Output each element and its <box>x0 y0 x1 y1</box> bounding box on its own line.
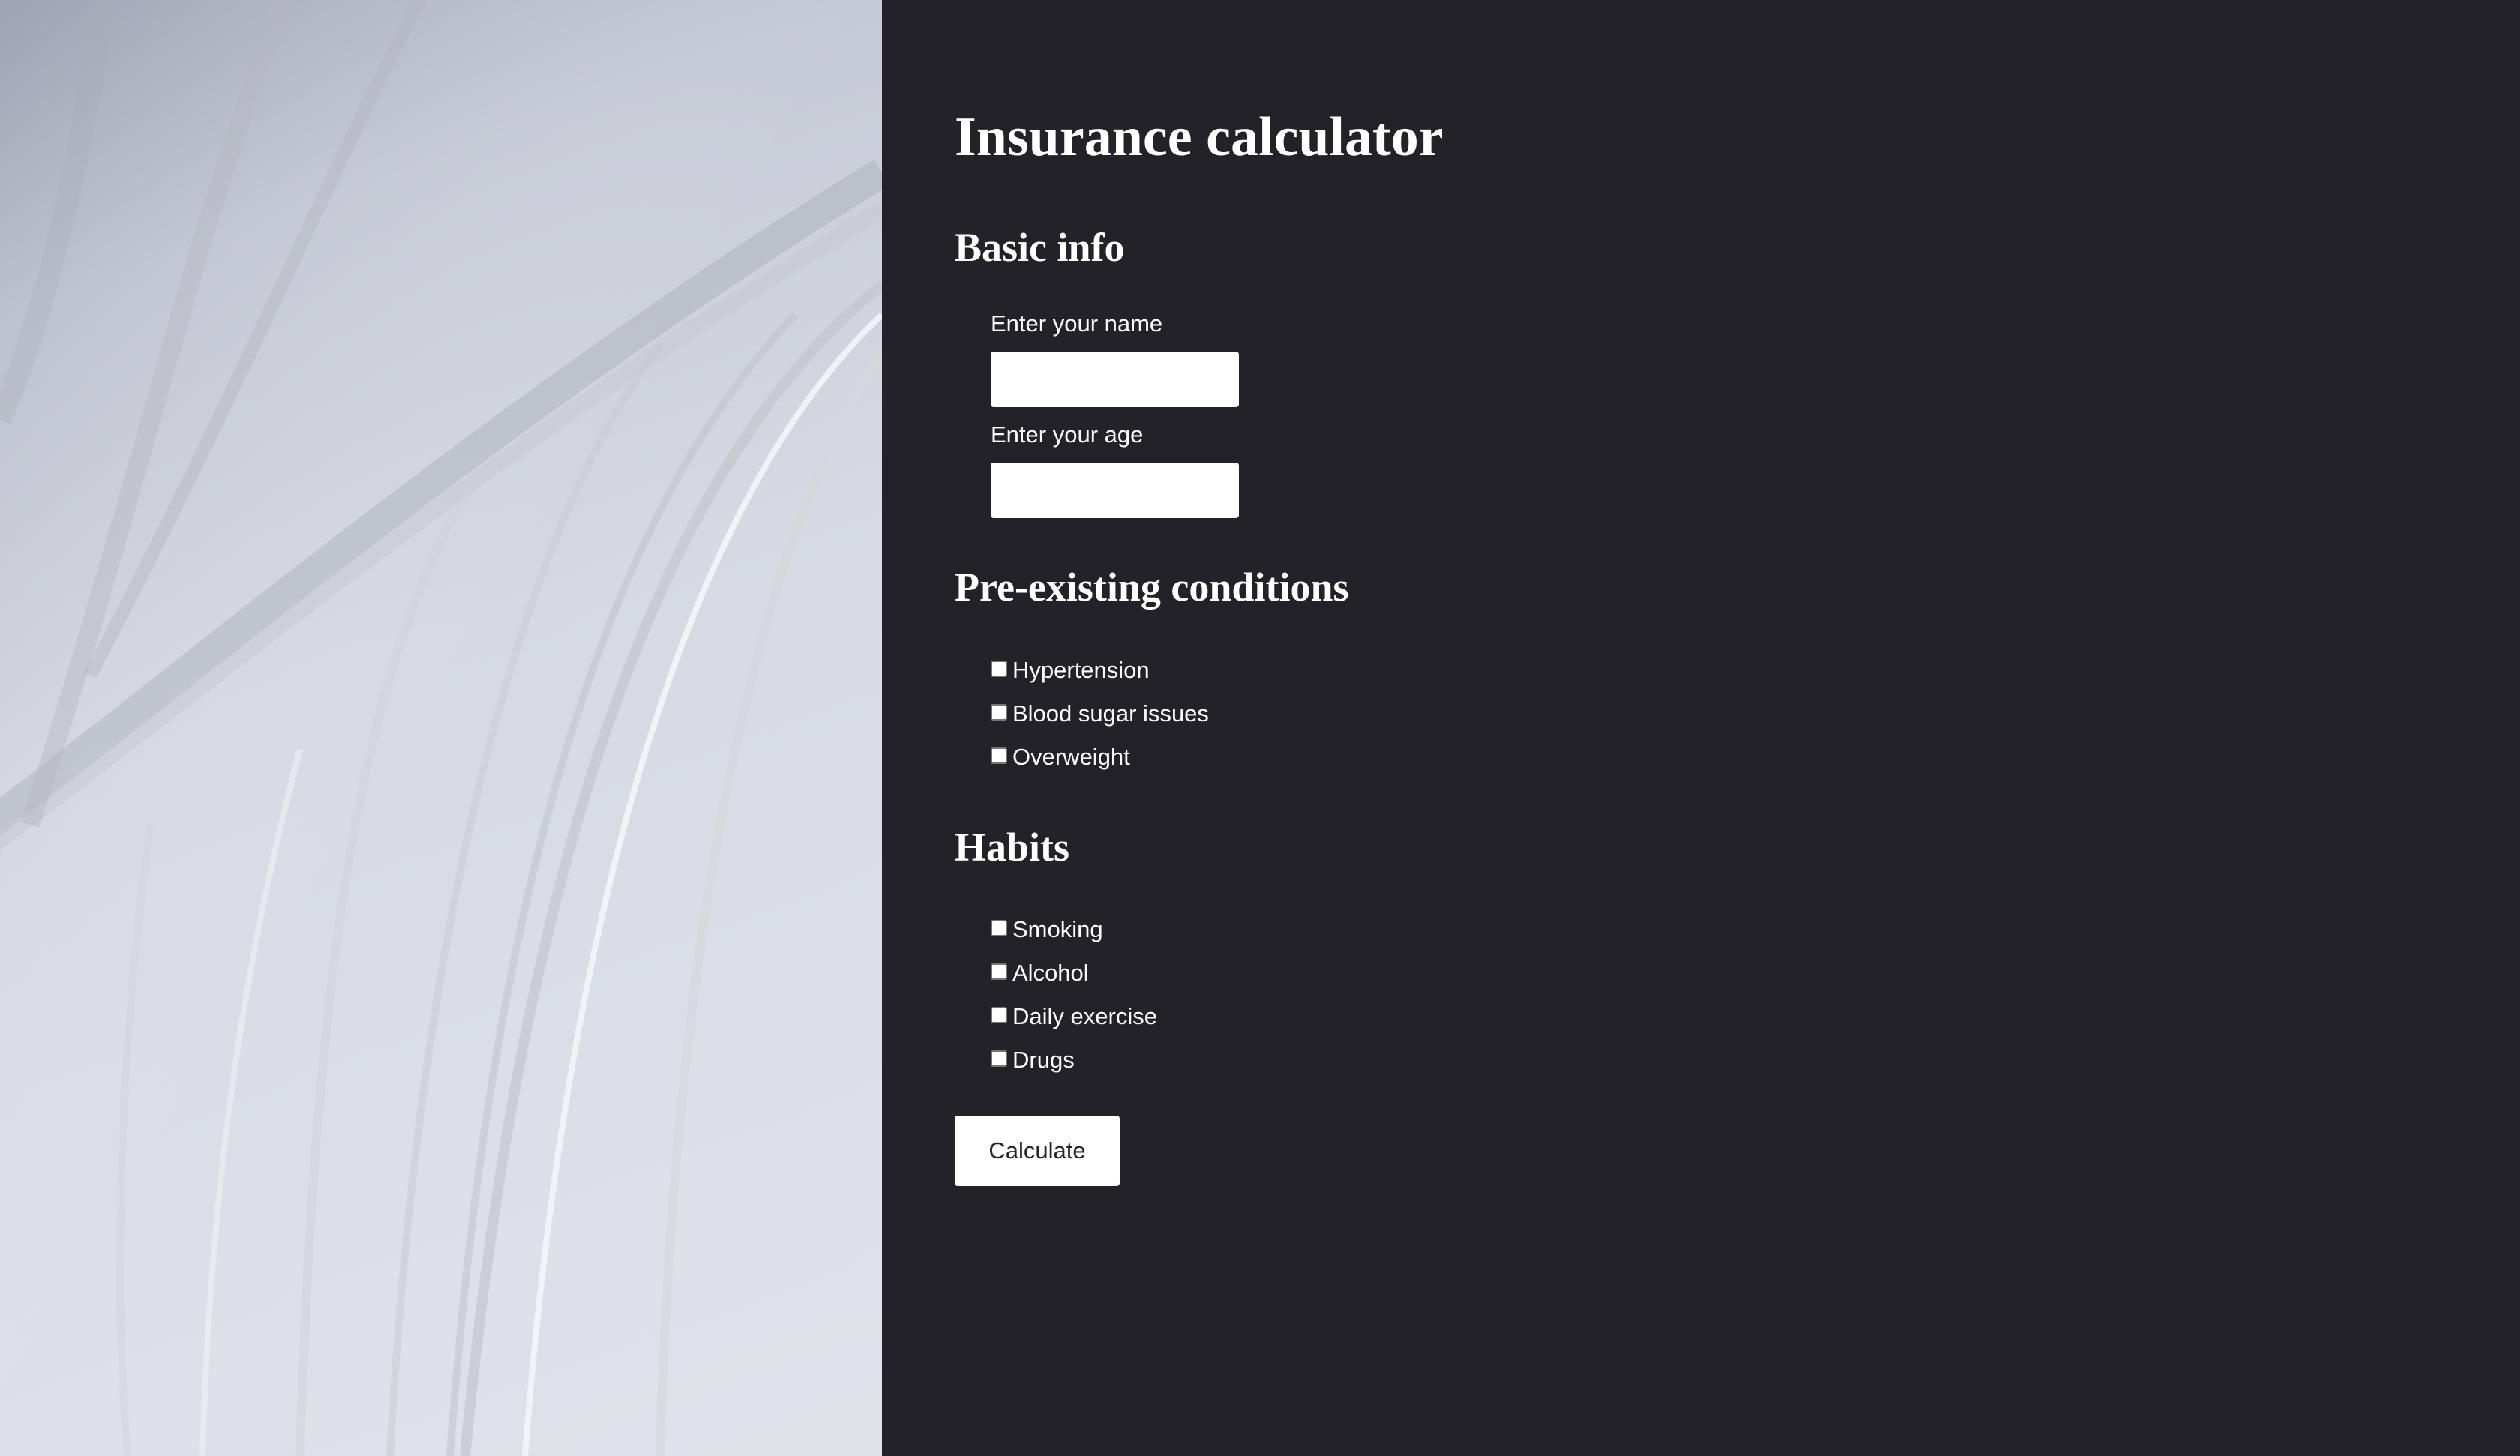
condition-blood-sugar-issues[interactable]: Blood sugar issues <box>991 697 1209 730</box>
form-panel: Insurance calculator Basic info Enter yo… <box>882 0 2520 1456</box>
age-input[interactable] <box>991 463 1239 518</box>
blood-sugar-issues-checkbox[interactable] <box>991 704 1007 721</box>
decorative-background-image <box>0 0 882 1456</box>
page: Insurance calculator Basic info Enter yo… <box>0 0 2520 1456</box>
alcohol-label: Alcohol <box>1012 960 1089 986</box>
habit-alcohol[interactable]: Alcohol <box>991 957 1089 990</box>
abstract-curves-illustration <box>0 0 882 1456</box>
age-label: Enter your age <box>991 421 1144 448</box>
condition-overweight[interactable]: Overweight <box>991 741 1130 774</box>
habit-daily-exercise[interactable]: Daily exercise <box>991 1000 1157 1033</box>
habit-drugs[interactable]: Drugs <box>991 1044 1075 1077</box>
blood-sugar-issues-label: Blood sugar issues <box>1012 700 1209 727</box>
overweight-checkbox[interactable] <box>991 747 1007 764</box>
drugs-checkbox[interactable] <box>991 1050 1007 1067</box>
hypertension-checkbox[interactable] <box>991 661 1007 677</box>
smoking-checkbox[interactable] <box>991 920 1007 936</box>
daily-exercise-label: Daily exercise <box>1012 1003 1157 1029</box>
drugs-label: Drugs <box>1012 1047 1075 1073</box>
pre-existing-conditions-heading: Pre-existing conditions <box>955 565 1349 610</box>
hypertension-label: Hypertension <box>1012 657 1150 683</box>
smoking-label: Smoking <box>1012 916 1103 942</box>
overweight-label: Overweight <box>1012 744 1130 770</box>
habits-heading: Habits <box>955 825 1070 870</box>
condition-hypertension[interactable]: Hypertension <box>991 654 1150 687</box>
alcohol-checkbox[interactable] <box>991 963 1007 980</box>
calculate-button[interactable]: Calculate <box>955 1116 1120 1186</box>
basic-info-heading: Basic info <box>955 225 1125 270</box>
daily-exercise-checkbox[interactable] <box>991 1007 1007 1023</box>
habit-smoking[interactable]: Smoking <box>991 913 1103 946</box>
page-title: Insurance calculator <box>955 106 1444 168</box>
name-label: Enter your name <box>991 310 1163 337</box>
name-input[interactable] <box>991 352 1239 407</box>
